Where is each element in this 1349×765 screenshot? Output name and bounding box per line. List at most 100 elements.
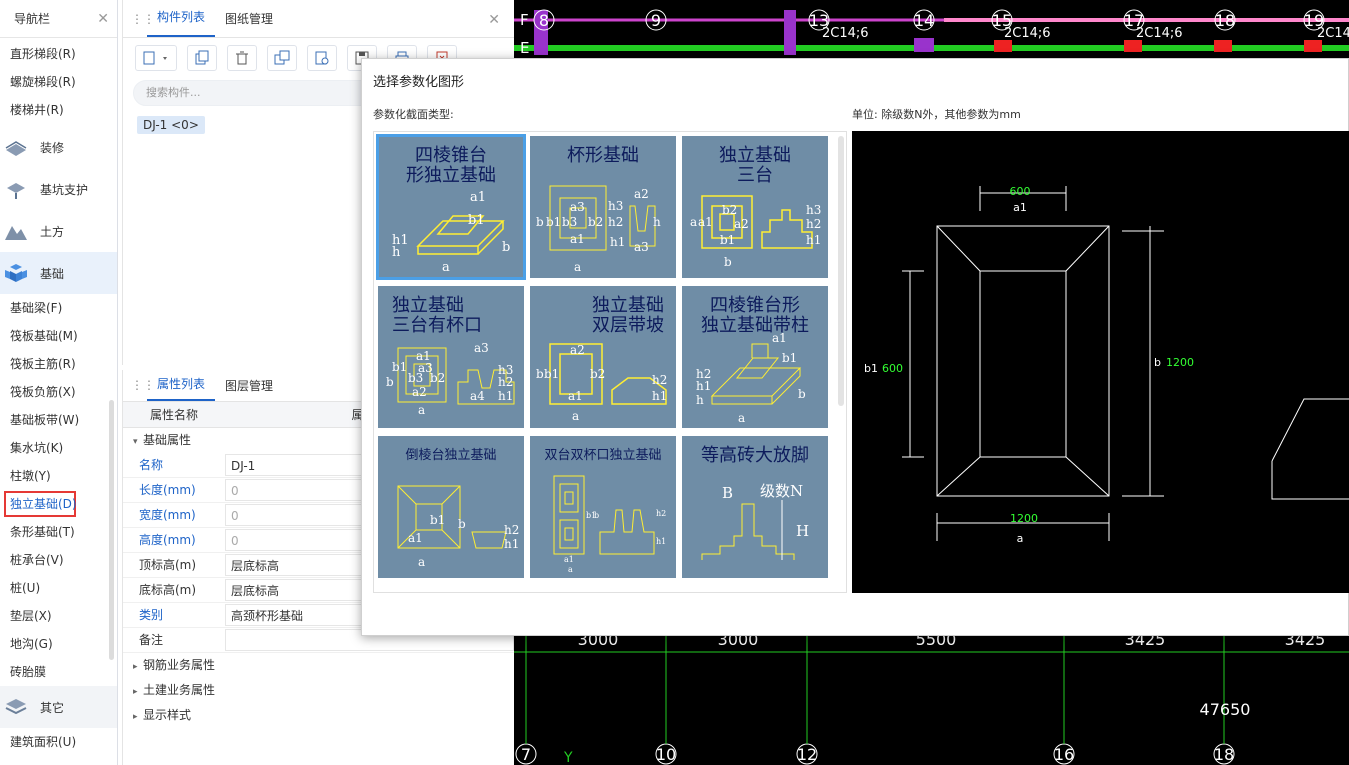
nav-group-decor[interactable]: 装修 — [0, 126, 117, 168]
svg-text:a3: a3 — [634, 240, 649, 254]
nav-header: 导航栏 ✕ — [0, 0, 117, 38]
earthwork-icon — [5, 226, 27, 240]
svg-text:a1: a1 — [568, 389, 583, 403]
chevron-down-icon: ▾ — [133, 437, 138, 447]
nav-item-stairwell[interactable]: 楼梯井(R) — [0, 96, 117, 124]
trash-icon — [236, 51, 248, 65]
axis-label: E — [520, 39, 529, 57]
shape-inverted-frustum-footing[interactable]: 倒棱台独立基础 b1 a1 b a h2 h1 — [378, 436, 524, 578]
nav-group-label: 基础 — [40, 266, 65, 281]
brick-footing-drawing: B 级数N H — [701, 482, 809, 560]
shape-brick-footing[interactable]: 等高砖大放脚 B 级数N H — [682, 436, 828, 578]
copy-to-floor-button[interactable] — [267, 45, 297, 71]
section-type-label: 参数化截面类型: — [373, 108, 454, 121]
copy-button[interactable] — [187, 45, 217, 71]
svg-text:a: a — [568, 565, 573, 574]
unit-label: 单位: 除级数N外，其他参数为mm — [852, 108, 1021, 121]
nav-item-raft-neg-rebar[interactable]: 筏板负筋(X) — [0, 378, 117, 406]
svg-text:b1: b1 — [544, 367, 559, 381]
svg-text:b: b — [502, 240, 510, 255]
new-component-button[interactable] — [135, 45, 177, 71]
shape-grid-scrollbar[interactable] — [838, 136, 844, 406]
nav-item-building-area[interactable]: 建筑面积(U) — [0, 728, 117, 756]
axis-label: 7 — [521, 745, 531, 764]
component-item-dj1[interactable]: DJ-1 <0> — [137, 116, 205, 134]
nav-item-cushion[interactable]: 垫层(X) — [0, 602, 117, 630]
svg-text:h3: h3 — [806, 203, 821, 217]
svg-text:a1: a1 — [564, 555, 574, 564]
nav-item-isolated-footing[interactable]: 独立基础(D) — [4, 491, 77, 517]
svg-text:b3: b3 — [562, 215, 577, 229]
section-rebar-props[interactable]: ▸ 钢筋业务属性 — [123, 653, 514, 678]
axis-label: 9 — [651, 11, 661, 30]
rebar-label: 2C14 — [1317, 26, 1349, 41]
shape-three-step-footing[interactable]: 独立基础 三台 a a1 b2 a2 b1 b h3 h2 h1 — [682, 136, 828, 278]
shape-pyramid-footing-with-column[interactable]: 四棱锥台形 独立基础带柱 a1 b1 h2 h1 h b a — [682, 286, 828, 428]
nav-group-other[interactable]: 其它 — [0, 686, 117, 728]
svg-text:a3: a3 — [474, 341, 489, 355]
nav-item-straight-stair[interactable]: 直形梯段(R) — [0, 40, 117, 68]
three-step-cup-drawing: b1b b3 b2a1a3a2aa3h3h2h1a4 — [386, 341, 515, 417]
three-step-footing-drawing: a a1 b2a2 b1 b h3h2 h1 — [690, 195, 821, 269]
drag-handle-icon[interactable]: ⋮⋮ — [131, 378, 155, 392]
tab-drawing-manage[interactable]: 图纸管理 — [215, 10, 283, 37]
nav-item-pile[interactable]: 桩(U) — [0, 574, 117, 602]
svg-text:a2: a2 — [570, 343, 585, 357]
nav-item-spiral-stair[interactable]: 螺旋梯段(R) — [0, 68, 117, 96]
nav-item-raft-main-rebar[interactable]: 筏板主筋(R) — [0, 350, 117, 378]
close-icon[interactable]: ✕ — [488, 12, 500, 28]
svg-text:a: a — [690, 215, 697, 229]
delete-button[interactable] — [227, 45, 257, 71]
close-icon[interactable]: ✕ — [97, 11, 109, 27]
nav-item-trench[interactable]: 地沟(G) — [0, 630, 117, 658]
shape-three-step-cup-footing[interactable]: 独立基础 三台有杯口 b1 b b3 b2 a1 a3 a2 a a3 h3 h2 h1 a4 — [378, 286, 524, 428]
nav-item-brick-mold[interactable]: 砖胎膜 — [0, 658, 117, 686]
svg-text:a2: a2 — [412, 385, 427, 399]
nav-group-label: 土方 — [40, 224, 65, 239]
axis-label: 18 — [1214, 745, 1234, 764]
double-layer-slope-drawing: b b1 a2 b2 a1 a h2 h1 — [536, 343, 667, 423]
nav-item-strip-footing[interactable]: 条形基础(T) — [0, 518, 117, 546]
shape-cup-footing[interactable]: 杯形基础 b b1 b3 b2 a3 a1 a h3 h2 h1 a2 a3 h — [530, 136, 676, 278]
svg-text:a: a — [418, 555, 425, 569]
svg-text:a: a — [418, 403, 425, 417]
svg-text:h1: h1 — [504, 537, 519, 551]
svg-text:h2: h2 — [652, 373, 667, 387]
svg-text:h2: h2 — [806, 217, 821, 231]
nav-item-pier[interactable]: 柱墩(Y) — [0, 462, 117, 490]
svg-text:a1: a1 — [772, 331, 787, 345]
axis-label: 8 — [539, 11, 549, 30]
cup-footing-drawing: b b1 b3 b2a3a1ah3h2h1a2a3h — [536, 185, 661, 274]
nav-item-raft[interactable]: 筏板基础(M) — [0, 322, 117, 350]
shape-pyramid-isolated-footing[interactable]: 四棱锥台 形独立基础 a1 b1 h1 h b a — [376, 134, 526, 280]
tab-layer-manage[interactable]: 图层管理 — [215, 377, 283, 401]
svg-text:a1: a1 — [698, 215, 713, 229]
section-display-style[interactable]: ▸ 显示样式 — [123, 703, 514, 728]
nav-group-foundation[interactable]: 基础 — [0, 252, 117, 294]
dim-b1-value: 600 — [882, 362, 903, 375]
nav-group-earth[interactable]: 土方 — [0, 210, 117, 252]
drag-handle-icon[interactable]: ⋮⋮ — [131, 12, 155, 26]
nav-group-pit[interactable]: 基坑支护 — [0, 168, 117, 210]
shape-double-step-double-cup[interactable]: 双台双杯口独立基础 a1 a b1 b h2 h1 — [530, 436, 676, 578]
prop-key: 底标高(m) — [139, 583, 197, 597]
nav-item-slab-strip[interactable]: 基础板带(W) — [0, 406, 117, 434]
nav-item-sump[interactable]: 集水坑(K) — [0, 434, 117, 462]
tab-component-list[interactable]: 构件列表 — [147, 8, 216, 37]
nav-item-pile-cap[interactable]: 桩承台(V) — [0, 546, 117, 574]
nav-scrollbar[interactable] — [109, 400, 114, 660]
shape-double-layer-slope-footing[interactable]: 独立基础 双层带坡 b b1 a2 b2 a1 a h2 h1 — [530, 286, 676, 428]
section-civil-props[interactable]: ▸ 土建业务属性 — [123, 678, 514, 703]
nav-item-foundation-beam[interactable]: 基础梁(F) — [0, 294, 117, 322]
copy-icon — [195, 50, 209, 65]
chevron-right-icon: ▸ — [133, 712, 138, 722]
section-label: 钢筋业务属性 — [143, 658, 216, 672]
preview-drawing: 600 a1 b1 600 b 1200 1200 a — [864, 185, 1349, 545]
prop-key: 长度(mm) — [139, 483, 196, 497]
svg-text:b2: b2 — [722, 203, 737, 217]
double-cup-drawing: a1ab1b h2h1 — [553, 475, 666, 574]
tab-property-list[interactable]: 属性列表 — [147, 375, 216, 401]
query-button[interactable] — [307, 45, 337, 71]
dim-a-label: a — [1017, 532, 1024, 545]
svg-text:b1: b1 — [782, 351, 797, 365]
